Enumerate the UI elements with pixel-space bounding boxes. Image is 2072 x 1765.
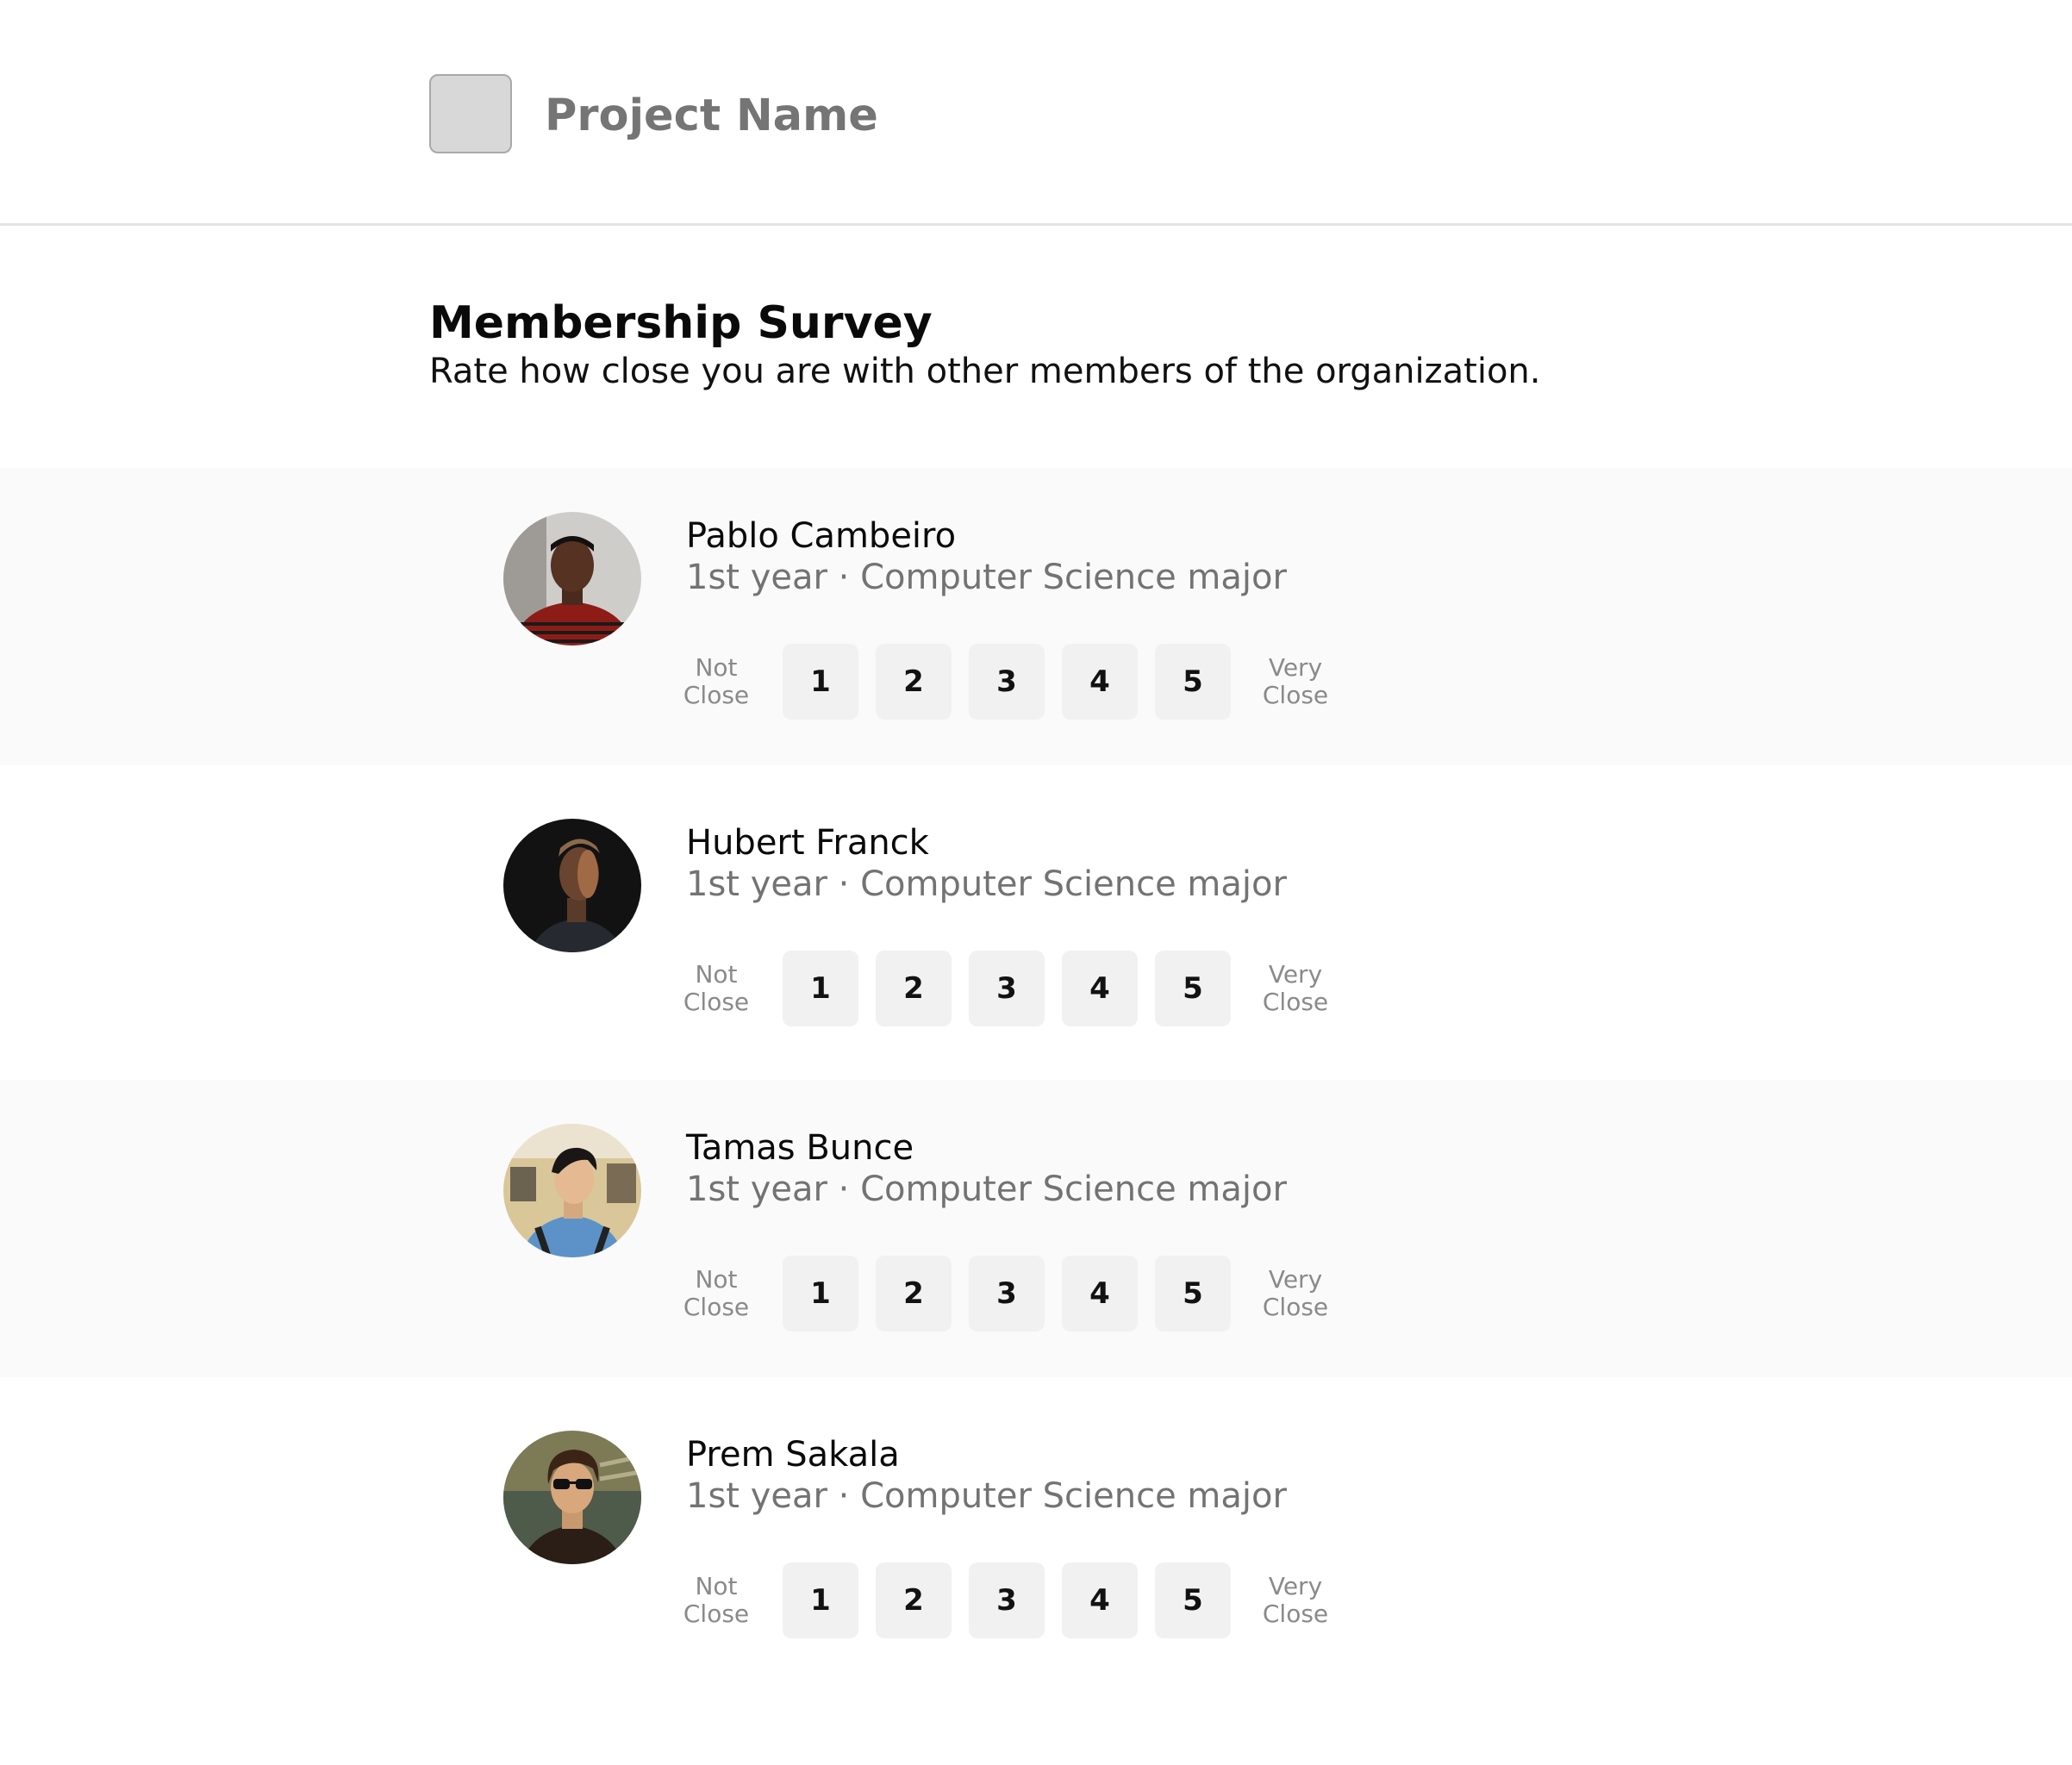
rating-button-3[interactable]: 3 (969, 1256, 1045, 1332)
rating-button-4[interactable]: 4 (1062, 644, 1138, 720)
member-name: Prem Sakala (686, 1435, 900, 1475)
rating-button-5[interactable]: 5 (1155, 1562, 1231, 1638)
rating-button-5[interactable]: 5 (1155, 1256, 1231, 1332)
member-details: 1st year · Computer Science major (686, 1169, 1287, 1209)
rating-button-2[interactable]: 2 (876, 644, 952, 720)
member-details: 1st year · Computer Science major (686, 558, 1287, 597)
scale-low-label: Not Close (669, 1573, 764, 1628)
member-row: Tamas Bunce 1st year · Computer Science … (0, 1080, 2072, 1377)
scale-high-label: Very Close (1248, 1266, 1343, 1321)
scale-low-label-line: Close (683, 988, 750, 1016)
rating-button-4[interactable]: 4 (1062, 1256, 1138, 1332)
scale-low-label-line: Not (695, 653, 738, 682)
scale-low-label-line: Not (695, 1572, 738, 1600)
member-name: Tamas Bunce (686, 1128, 914, 1168)
scale-low-label: Not Close (669, 961, 764, 1016)
scale-high-label-line: Very (1268, 1572, 1323, 1600)
scale-high-label-line: Very (1268, 653, 1323, 682)
avatar (503, 1431, 641, 1564)
rating-button-1[interactable]: 1 (783, 644, 858, 720)
rating-button-3[interactable]: 3 (969, 644, 1045, 720)
project-logo-placeholder (429, 74, 512, 153)
scale-high-label-line: Very (1268, 960, 1323, 989)
rating-button-5[interactable]: 5 (1155, 951, 1231, 1026)
member-row: Pablo Cambeiro 1st year · Computer Scien… (0, 468, 2072, 765)
rating-button-2[interactable]: 2 (876, 1256, 952, 1332)
scale-low-label: Not Close (669, 654, 764, 709)
rating-button-5[interactable]: 5 (1155, 644, 1231, 720)
scale-high-label-line: Close (1262, 1293, 1329, 1321)
app-header: Project Name (0, 0, 2072, 226)
survey-title: Membership Survey (429, 297, 933, 349)
member-name: Pablo Cambeiro (686, 516, 957, 556)
rating-button-1[interactable]: 1 (783, 951, 858, 1026)
rating-button-4[interactable]: 4 (1062, 951, 1138, 1026)
scale-low-label-line: Not (695, 1265, 738, 1294)
member-name: Hubert Franck (686, 823, 929, 863)
rating-button-1[interactable]: 1 (783, 1562, 858, 1638)
scale-high-label-line: Close (1262, 1600, 1329, 1628)
member-details: 1st year · Computer Science major (686, 864, 1287, 904)
scale-low-label: Not Close (669, 1266, 764, 1321)
project-name: Project Name (545, 90, 878, 141)
scale-low-label-line: Not (695, 960, 738, 989)
scale-high-label-line: Close (1262, 681, 1329, 709)
scale-high-label-line: Close (1262, 988, 1329, 1016)
rating-button-2[interactable]: 2 (876, 1562, 952, 1638)
scale-high-label-line: Very (1268, 1265, 1323, 1294)
rating-button-3[interactable]: 3 (969, 1562, 1045, 1638)
scale-low-label-line: Close (683, 681, 750, 709)
avatar (503, 819, 641, 952)
scale-high-label: Very Close (1248, 961, 1343, 1016)
rating-button-1[interactable]: 1 (783, 1256, 858, 1332)
avatar (503, 512, 641, 646)
scale-low-label-line: Close (683, 1293, 750, 1321)
member-row: Prem Sakala 1st year · Computer Science … (0, 1387, 2072, 1684)
survey-subtitle: Rate how close you are with other member… (429, 352, 1541, 391)
rating-button-2[interactable]: 2 (876, 951, 952, 1026)
member-details: 1st year · Computer Science major (686, 1476, 1287, 1516)
member-row: Hubert Franck 1st year · Computer Scienc… (0, 775, 2072, 1072)
rating-button-4[interactable]: 4 (1062, 1562, 1138, 1638)
avatar (503, 1124, 641, 1257)
rating-button-3[interactable]: 3 (969, 951, 1045, 1026)
scale-low-label-line: Close (683, 1600, 750, 1628)
scale-high-label: Very Close (1248, 1573, 1343, 1628)
scale-high-label: Very Close (1248, 654, 1343, 709)
